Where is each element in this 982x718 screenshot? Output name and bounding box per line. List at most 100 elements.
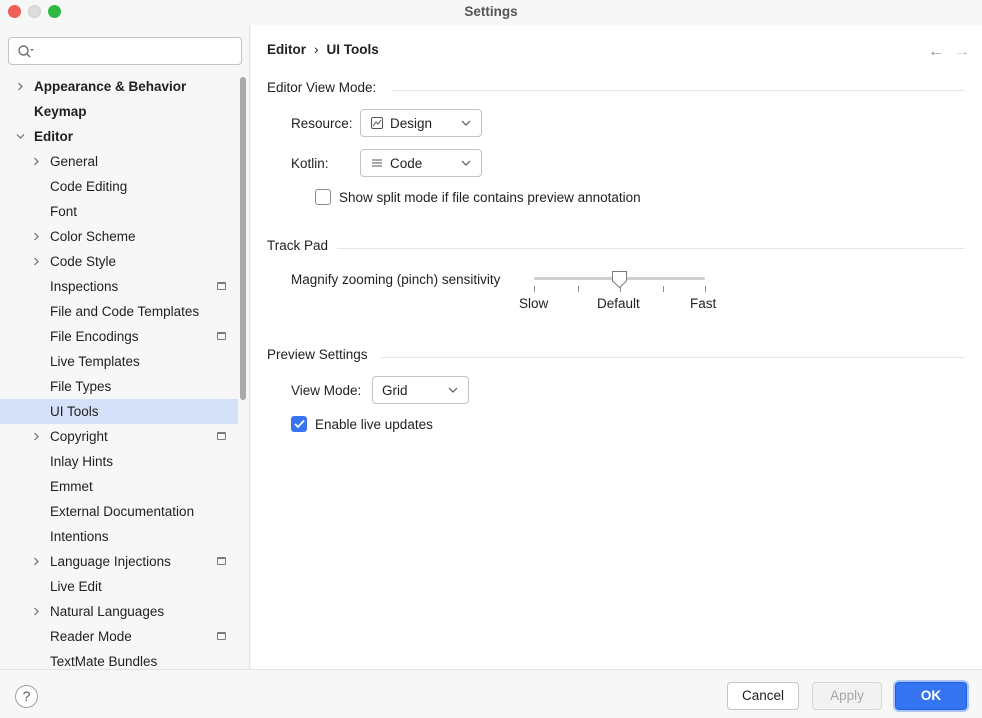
settings-search-input[interactable] [8, 37, 242, 65]
sidebar-item-code-editing[interactable]: Code Editing [0, 174, 238, 199]
sidebar-item-file-types[interactable]: File Types [0, 374, 238, 399]
pinch-sensitivity-label: Magnify zooming (pinch) sensitivity [291, 272, 501, 287]
slider-label-default: Default [597, 296, 640, 311]
chevron-down-icon [448, 387, 458, 393]
breadcrumb: Editor › UI Tools [267, 42, 379, 57]
slider-tick [663, 286, 664, 292]
settings-tree: Appearance & Behavior Keymap Editor General… [0, 74, 238, 674]
sidebar-item-label: Copyright [50, 429, 108, 444]
live-updates-checkbox[interactable] [291, 416, 307, 432]
cancel-button[interactable]: Cancel [727, 682, 799, 710]
sidebar-item-color-scheme[interactable]: Color Scheme [0, 224, 238, 249]
title-bar: Settings [0, 0, 982, 25]
apply-button[interactable]: Apply [812, 682, 882, 710]
sidebar-scrollbar[interactable] [240, 77, 246, 400]
editor-view-mode-section: Editor View Mode: [267, 80, 967, 100]
kotlin-select-value: Code [390, 156, 423, 171]
resource-select-value: Design [390, 116, 433, 131]
slider-label-fast: Fast [690, 296, 717, 311]
resource-select[interactable]: Design [360, 109, 482, 137]
checkmark-icon [294, 419, 305, 429]
slider-tick [578, 286, 579, 292]
project-scope-icon [217, 632, 226, 640]
sidebar-item-label: File Encodings [50, 329, 139, 344]
sidebar-item-general[interactable]: General [0, 149, 238, 174]
sidebar-item-copyright[interactable]: Copyright [0, 424, 238, 449]
sidebar-item-label: General [50, 154, 99, 169]
preview-settings-title: Preview Settings [267, 347, 368, 362]
project-scope-icon [217, 432, 226, 440]
sidebar-item-label: Code Style [50, 254, 117, 269]
sidebar-item-file-and-code-templates[interactable]: File and Code Templates [0, 299, 238, 324]
sidebar-item-label: UI Tools [50, 404, 99, 419]
view-mode-select[interactable]: Grid [372, 376, 469, 404]
help-button[interactable]: ? [15, 685, 38, 708]
sidebar-item-appearance-behavior[interactable]: Appearance & Behavior [0, 74, 238, 99]
view-mode-label: View Mode: [291, 383, 362, 398]
sidebar-item-file-encodings[interactable]: File Encodings [0, 324, 238, 349]
sidebar-item-label: External Documentation [50, 504, 195, 519]
live-updates-label[interactable]: Enable live updates [315, 417, 433, 432]
sidebar-item-label: Emmet [50, 479, 93, 494]
sidebar-item-editor[interactable]: Editor [0, 124, 238, 149]
sidebar-item-emmet[interactable]: Emmet [0, 474, 238, 499]
sidebar-item-external-documentation[interactable]: External Documentation [0, 499, 238, 524]
sidebar-item-code-style[interactable]: Code Style [0, 249, 238, 274]
editor-view-mode-title: Editor View Mode: [267, 80, 377, 95]
chevron-right-icon[interactable] [32, 432, 41, 441]
chevron-right-icon[interactable] [32, 157, 41, 166]
back-arrow-icon[interactable]: ← [928, 43, 944, 61]
sidebar-item-reader-mode[interactable]: Reader Mode [0, 624, 238, 649]
sidebar-item-label: Live Templates [50, 354, 140, 369]
sidebar-item-font[interactable]: Font [0, 199, 238, 224]
sidebar-item-language-injections[interactable]: Language Injections [0, 549, 238, 574]
track-pad-section: Track Pad [267, 238, 967, 258]
slider-tick [705, 286, 706, 292]
sidebar-item-ui-tools[interactable]: UI Tools [0, 399, 238, 424]
sidebar-item-label: Language Injections [50, 554, 171, 569]
ok-button[interactable]: OK [895, 682, 967, 710]
sidebar-item-live-templates[interactable]: Live Templates [0, 349, 238, 374]
sidebar-item-label: File and Code Templates [50, 304, 200, 319]
project-scope-icon [217, 282, 226, 290]
split-mode-checkbox[interactable] [315, 189, 331, 205]
track-pad-title: Track Pad [267, 238, 329, 253]
view-mode-select-value: Grid [382, 383, 408, 398]
slider-label-slow: Slow [519, 296, 549, 311]
project-scope-icon [217, 557, 226, 565]
dialog-footer: ? Cancel Apply OK [0, 669, 982, 718]
code-lines-icon [372, 159, 382, 167]
slider-tick [534, 286, 535, 292]
section-divider [381, 357, 965, 358]
sidebar-item-label: Color Scheme [50, 229, 136, 244]
chevron-right-icon[interactable] [32, 232, 41, 241]
sidebar-item-label: Keymap [34, 104, 87, 119]
chevron-right-icon[interactable] [16, 82, 25, 91]
sidebar-item-label: Natural Languages [50, 604, 165, 619]
slider-thumb[interactable] [611, 270, 628, 289]
chevron-down-icon [461, 120, 471, 126]
breadcrumb-separator: › [314, 42, 319, 57]
sidebar-item-intentions[interactable]: Intentions [0, 524, 238, 549]
settings-content: Editor › UI Tools ← → Editor View Mode: Re… [251, 25, 982, 669]
sidebar-item-natural-languages[interactable]: Natural Languages [0, 599, 238, 624]
chevron-right-icon[interactable] [32, 607, 41, 616]
breadcrumb-current: UI Tools [326, 42, 379, 57]
chevron-right-icon[interactable] [32, 257, 41, 266]
sidebar-item-live-edit[interactable]: Live Edit [0, 574, 238, 599]
sidebar-item-inspections[interactable]: Inspections [0, 274, 238, 299]
chevron-right-icon[interactable] [32, 557, 41, 566]
sidebar-item-inlay-hints[interactable]: Inlay Hints [0, 449, 238, 474]
breadcrumb-editor[interactable]: Editor [267, 42, 306, 57]
kotlin-label: Kotlin: [291, 156, 329, 171]
kotlin-select[interactable]: Code [360, 149, 482, 177]
sidebar-item-label: Live Edit [50, 579, 102, 594]
project-scope-icon [217, 332, 226, 340]
split-mode-label[interactable]: Show split mode if file contains preview… [339, 190, 641, 205]
sidebar-item-label: Editor [34, 129, 73, 144]
chevron-down-icon [461, 160, 471, 166]
chevron-down-icon[interactable] [16, 132, 25, 141]
forward-arrow-icon[interactable]: → [954, 43, 970, 61]
sidebar-item-keymap[interactable]: Keymap [0, 99, 238, 124]
resource-label: Resource: [291, 116, 353, 131]
